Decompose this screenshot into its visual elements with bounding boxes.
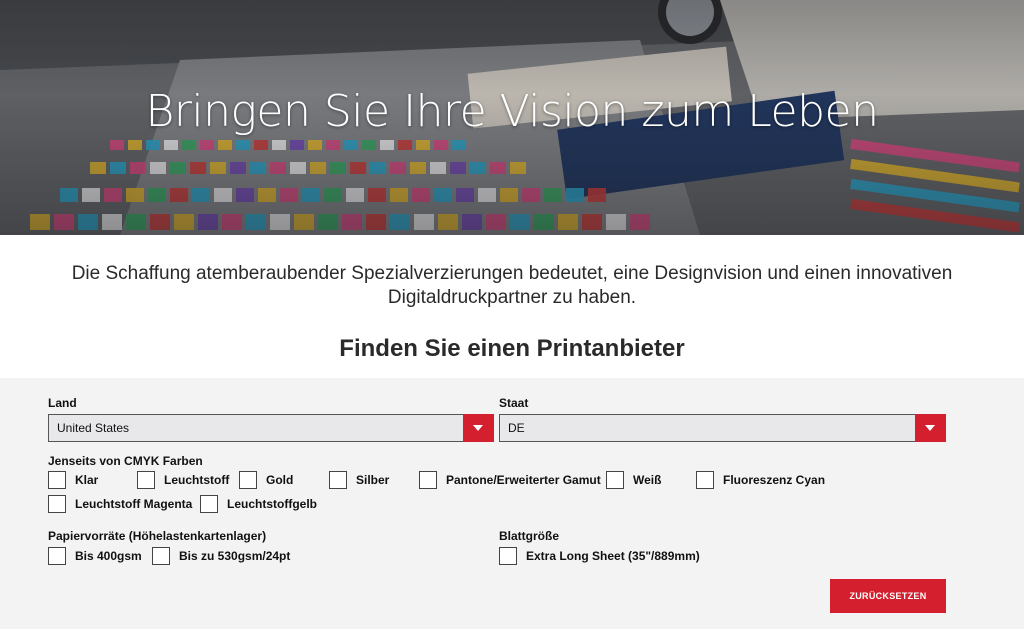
checkbox-box[interactable] <box>606 471 624 489</box>
state-select-value: DE <box>508 421 525 435</box>
checkbox-leuchtstoff[interactable]: Leuchtstoff <box>137 471 229 489</box>
checkbox-label: Weiß <box>633 473 662 487</box>
checkbox-box[interactable] <box>499 547 517 565</box>
checkbox-label: Bis zu 530gsm/24pt <box>179 549 291 563</box>
intro-section: Die Schaffung atemberaubender Spezialver… <box>0 235 1024 378</box>
state-select[interactable]: DE <box>499 414 946 442</box>
checkbox-label: Klar <box>75 473 99 487</box>
checkbox-label: Bis 400gsm <box>75 549 142 563</box>
hero-title: Bringen Sie Ihre Vision zum Leben <box>145 86 879 137</box>
checkbox-pantone[interactable]: Pantone/Erweiterter Gamut <box>419 471 601 489</box>
checkbox-box[interactable] <box>137 471 155 489</box>
hero-banner: Bringen Sie Ihre Vision zum Leben <box>0 0 1024 235</box>
printer-finder-form: Land United States Staat DE Jenseits von… <box>0 378 1024 629</box>
checkbox-box[interactable] <box>329 471 347 489</box>
checkbox-box[interactable] <box>48 547 66 565</box>
checkbox-label: Pantone/Erweiterter Gamut <box>446 473 601 487</box>
checkbox-box[interactable] <box>48 495 66 513</box>
checkbox-klar[interactable]: Klar <box>48 471 98 489</box>
chevron-down-icon[interactable] <box>463 414 494 442</box>
checkbox-leuchtstoff-magenta[interactable]: Leuchtstoff Magenta <box>48 495 192 513</box>
checkbox-box[interactable] <box>696 471 714 489</box>
checkbox-silber[interactable]: Silber <box>329 471 389 489</box>
checkbox-box[interactable] <box>152 547 170 565</box>
checkbox-fluoreszenz-cyan[interactable]: Fluoreszenz Cyan <box>696 471 825 489</box>
sheet-size-label: Blattgröße <box>499 529 559 543</box>
checkbox-label: Leuchtstoff <box>164 473 230 487</box>
reset-button[interactable]: ZURÜCKSETZEN <box>830 579 946 613</box>
checkbox-label: Gold <box>266 473 294 487</box>
intro-text: Die Schaffung atemberaubender Spezialver… <box>71 263 953 308</box>
checkbox-extra-long-sheet[interactable]: Extra Long Sheet (35"/889mm) <box>499 547 700 565</box>
checkbox-box[interactable] <box>239 471 257 489</box>
checkbox-label: Leuchtstoffgelb <box>227 497 317 511</box>
checkbox-box[interactable] <box>419 471 437 489</box>
checkbox-leuchtstoffgelb[interactable]: Leuchtstoffgelb <box>200 495 317 513</box>
checkbox-bis-400gsm[interactable]: Bis 400gsm <box>48 547 142 565</box>
checkbox-gold[interactable]: Gold <box>239 471 293 489</box>
finder-title: Finden Sie einen Printanbieter <box>339 335 685 362</box>
paper-label: Papiervorräte (Höhelastenkartenlager) <box>48 529 267 543</box>
checkbox-bis-530gsm[interactable]: Bis zu 530gsm/24pt <box>152 547 290 565</box>
checkbox-box[interactable] <box>200 495 218 513</box>
country-select[interactable]: United States <box>48 414 494 442</box>
chevron-down-icon[interactable] <box>915 414 946 442</box>
checkbox-label: Silber <box>356 473 390 487</box>
checkbox-label: Fluoreszenz Cyan <box>723 473 826 487</box>
checkbox-label: Leuchtstoff Magenta <box>75 497 193 511</box>
state-label: Staat <box>499 396 529 410</box>
country-select-value: United States <box>57 421 130 435</box>
checkbox-box[interactable] <box>48 471 66 489</box>
checkbox-weiss[interactable]: Weiß <box>606 471 661 489</box>
checkbox-label: Extra Long Sheet (35"/889mm) <box>526 549 700 563</box>
country-label: Land <box>48 396 77 410</box>
cmyk-label: Jenseits von CMYK Farben <box>48 454 203 468</box>
